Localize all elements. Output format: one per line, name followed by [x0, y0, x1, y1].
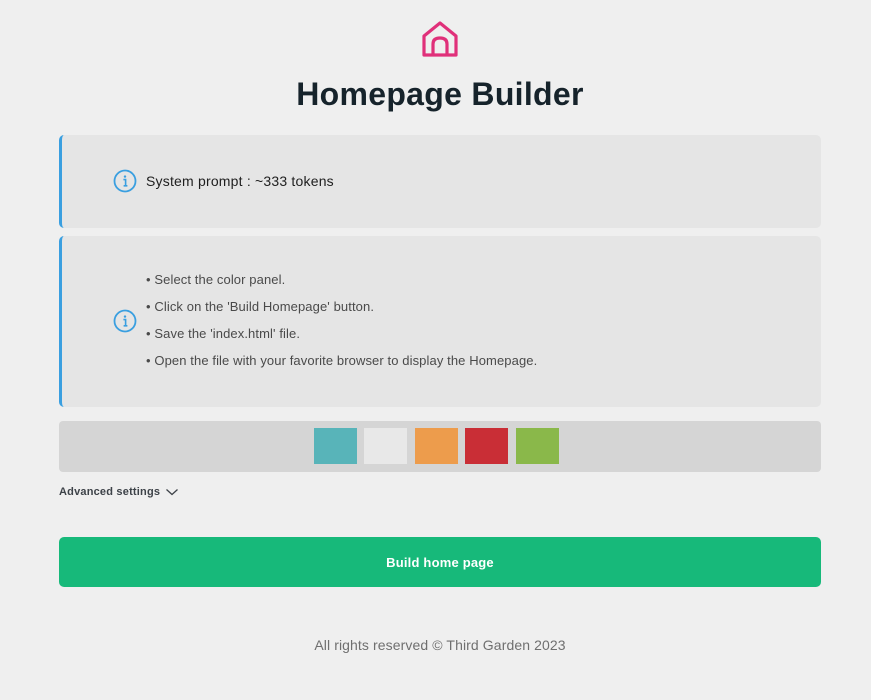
chevron-down-icon — [166, 489, 179, 496]
build-home-page-button[interactable]: Build home page — [59, 537, 821, 587]
page: Homepage Builder System prompt : ~333 to… — [0, 0, 871, 700]
info-icon — [113, 169, 137, 193]
advanced-settings-toggle[interactable]: Advanced settings — [59, 486, 179, 498]
instructions-info-box: • Select the color panel. • Click on the… — [59, 236, 821, 407]
advanced-settings-label: Advanced settings — [59, 486, 161, 498]
info-icon — [113, 309, 137, 333]
instruction-item: • Open the file with your favorite brows… — [146, 353, 538, 368]
color-swatch-light-gray[interactable] — [364, 428, 407, 464]
color-swatch-green[interactable] — [516, 428, 559, 464]
color-swatch-red[interactable] — [465, 428, 508, 464]
color-swatch-orange[interactable] — [415, 428, 458, 464]
footer-copyright: All rights reserved © Third Garden 2023 — [314, 637, 566, 653]
home-icon — [422, 21, 458, 57]
color-palette[interactable] — [59, 421, 821, 472]
color-swatch-teal[interactable] — [314, 428, 357, 464]
system-prompt-info-box: System prompt : ~333 tokens — [59, 135, 821, 228]
instruction-item: • Select the color panel. — [146, 272, 286, 287]
page-title: Homepage Builder — [296, 76, 584, 112]
instruction-item: • Click on the 'Build Homepage' button. — [146, 299, 375, 314]
instructions-list: • Select the color panel. • Click on the… — [146, 272, 537, 380]
instruction-item: • Save the 'index.html' file. — [146, 326, 301, 341]
system-prompt-text: System prompt : ~333 tokens — [146, 173, 334, 189]
